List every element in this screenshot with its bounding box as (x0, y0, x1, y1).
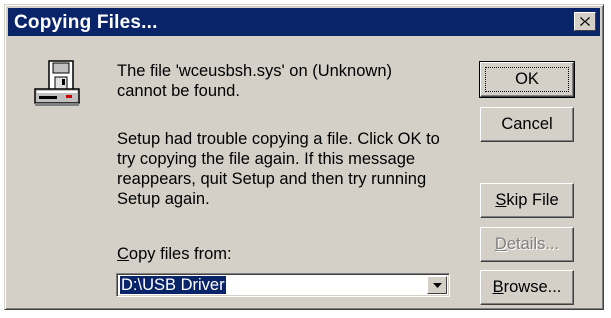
browse-mnemonic: B (492, 278, 504, 296)
floppy-drive-icon (34, 60, 80, 106)
skip-file-button[interactable]: Skip File (480, 183, 574, 218)
dialog-title: Copying Files... (14, 12, 158, 33)
details-button: Details... (480, 227, 574, 262)
details-mnemonic: D (494, 235, 507, 253)
browse-button[interactable]: Browse... (480, 270, 574, 305)
copying-files-dialog: Copying Files... The file 'wceusbsh.sys'… (4, 4, 604, 310)
skip-file-label: kip File (506, 191, 559, 209)
title-bar[interactable]: Copying Files... (8, 8, 600, 36)
cancel-button[interactable]: Cancel (480, 107, 574, 142)
browse-label: rowse... (503, 278, 562, 296)
dropdown-button[interactable] (427, 276, 447, 294)
ok-button[interactable]: OK (479, 61, 575, 98)
copy-files-from-combobox[interactable]: D:\USB Driver (116, 273, 450, 297)
details-label: etails... (506, 235, 560, 253)
instruction-message: Setup had trouble copying a file. Click … (117, 130, 440, 208)
skip-file-mnemonic: S (495, 191, 507, 209)
close-button[interactable] (574, 12, 596, 31)
copy-files-label-text: opy files from: (128, 245, 232, 263)
chevron-down-icon (432, 282, 442, 288)
close-icon (580, 17, 590, 26)
copy-files-from-input[interactable]: D:\USB Driver (120, 276, 226, 294)
error-message: The file 'wceusbsh.sys' on (Unknown) can… (117, 62, 392, 100)
copy-files-mnemonic: C (117, 245, 129, 263)
copy-files-from-label: Copy files from: (117, 245, 232, 264)
